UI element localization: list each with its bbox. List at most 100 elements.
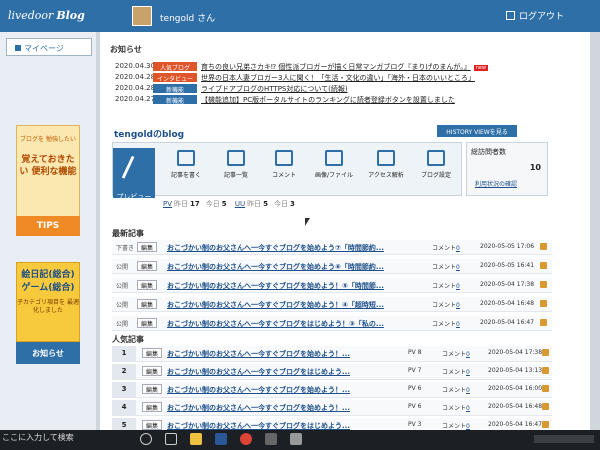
promo-banner-category[interactable]: 絵日記(総合) ゲーム(総合) 子カテゴリ項目を 最適化しました (16, 262, 80, 342)
comment-count-link[interactable]: 0 (466, 351, 470, 358)
edit-button[interactable]: 編集 (137, 318, 157, 328)
comment-count-link[interactable]: 0 (456, 302, 460, 309)
sidebar (0, 32, 96, 440)
table-row: 公開 編集 おこづかい制のお父さんへ一今すぐブログを始めよう！⑤「時間節... コメン… (112, 278, 552, 293)
edit-button[interactable]: 編集 (142, 348, 162, 358)
home-icon (15, 45, 21, 51)
comment-label: コメント (442, 423, 467, 430)
comment-count-link[interactable]: 0 (466, 369, 470, 376)
comment-count-link[interactable]: 0 (466, 405, 470, 412)
comment-count-link[interactable]: 0 (456, 264, 460, 271)
logout-link[interactable]: ログアウト (505, 9, 564, 22)
news-link[interactable]: 育ちの良い兄弟さカキ⁉ 個性派ブロガーが描く日常マンガブログ『まりげのまんが。』… (201, 62, 489, 72)
edit-button[interactable]: 編集 (142, 420, 162, 430)
action-icon[interactable] (542, 349, 549, 356)
action-icon[interactable] (542, 385, 549, 392)
chrome-icon[interactable] (240, 433, 252, 445)
news-link-text[interactable]: 世界の日本人妻ブロガー3人に聞く！「生活・文化の違い」「海外・日本のいいところ」 (201, 74, 475, 82)
pv-count: PV 6 (408, 385, 422, 392)
news-button[interactable]: お知らせ (16, 342, 80, 364)
post-title-link[interactable]: おこづかい制のお父さんへ一今すぐブログを始めよう！... (167, 403, 350, 413)
usage-link[interactable]: 利用状況の確認 (475, 179, 517, 188)
tool-bar-chart[interactable]: アクセス解析 (360, 148, 412, 188)
edit-button[interactable]: 編集 (142, 384, 162, 394)
post-title-link[interactable]: おこづかい制のお父さんへ一今すぐブログを始めよう⑥「時間節約... (167, 262, 384, 272)
action-icon[interactable] (542, 421, 549, 428)
tool-pencil[interactable]: 記事を書く (160, 148, 212, 188)
news-item[interactable]: 2020.04.28 新機能 ライブドアブログのHTTPS対応について(続報) (115, 84, 585, 95)
news-tag[interactable]: 人気ブログ (153, 62, 197, 72)
post-title-link[interactable]: おこづかい制のお父さんへ一今すぐブログを始めよう！⑤「時間節... (167, 281, 384, 291)
post-date: 2020-05-04 16:47 (480, 319, 535, 326)
post-title-link[interactable]: おこづかい制のお父さんへ一今すぐブログをはじめよう... (167, 367, 350, 377)
word-icon[interactable] (215, 433, 227, 445)
pv-count: PV 8 (408, 349, 422, 356)
access-stats: PV 昨日 17 今日 5 UU 昨日 5 今日 3 (163, 200, 295, 208)
edit-button[interactable]: 編集 (142, 366, 162, 376)
post-date: 2020-05-05 16:41 (480, 262, 535, 269)
news-link-text[interactable]: ライブドアブログのHTTPS対応について(続報) (201, 85, 348, 93)
blog-name[interactable]: tengoldのblog (114, 127, 184, 140)
post-title-link[interactable]: おこづかい制のお父さんへ一今すぐブログを始めよう⑦「時間節約... (167, 243, 384, 253)
news-item[interactable]: 2020.04.27 新機能 【機能追加】PC版ポータルサイトのランキングに読者登録… (115, 95, 585, 106)
comment-count-link[interactable]: 0 (456, 321, 460, 328)
tool-speech-bubble[interactable]: コメント (258, 148, 310, 188)
news-tag[interactable]: 新機能 (153, 84, 197, 94)
cortana-icon[interactable] (140, 433, 152, 445)
news-link-text[interactable]: 【機能追加】PC版ポータルサイトのランキングに読者登録ボタンを設置しました (201, 96, 455, 104)
tool-wrench[interactable]: ブログ設定 (410, 148, 462, 188)
list-item: 2 編集 おこづかい制のお父さんへ一今すぐブログをはじめよう... PV 7 コメント0… (112, 364, 552, 380)
task-view-icon[interactable] (165, 433, 177, 445)
news-link-text[interactable]: 育ちの良い兄弟さカキ⁉ 個性派ブロガーが描く日常マンガブログ『まりげのまんが。』 (201, 63, 471, 71)
livedoor-blog-logo[interactable]: livedoor Blog (8, 9, 85, 22)
action-icon[interactable] (540, 243, 547, 250)
taskbar-search[interactable]: ここに入力して検索 (2, 432, 74, 443)
action-icon[interactable] (540, 281, 547, 288)
post-title-link[interactable]: おこづかい制のお父さんへ一今すぐブログを始めよう！... (167, 385, 350, 395)
comment-count-link[interactable]: 0 (466, 387, 470, 394)
visitors-box: 総訪問者数 10 利用状況の確認 (466, 142, 548, 196)
edit-button[interactable]: 編集 (137, 261, 157, 271)
edit-button[interactable]: 編集 (137, 299, 157, 309)
photos-icon[interactable] (290, 433, 302, 445)
tool-document[interactable]: 記事一覧 (210, 148, 262, 188)
comment-count-link[interactable]: 0 (456, 245, 460, 252)
edit-button[interactable]: 編集 (142, 402, 162, 412)
post-title-link[interactable]: おこづかい制のお父さんへ一今すぐブログをはじめよう！③「私の... (167, 319, 384, 329)
action-icon[interactable] (540, 319, 547, 326)
post-title-link[interactable]: おこづかい制のお父さんへ一今すぐブログを始めよう！... (167, 349, 350, 359)
action-icon[interactable] (540, 262, 547, 269)
edit-button[interactable]: 編集 (137, 242, 157, 252)
action-icon[interactable] (540, 300, 547, 307)
comment-count: コメント0 (442, 385, 470, 394)
news-link[interactable]: ライブドアブログのHTTPS対応について(続報) (201, 84, 348, 94)
system-tray[interactable] (534, 435, 594, 443)
comment-count-link[interactable]: 0 (466, 423, 470, 430)
news-tag[interactable]: 新機能 (153, 95, 197, 105)
comment-count: コメント0 (432, 300, 460, 309)
comment-count-link[interactable]: 0 (456, 283, 460, 290)
tips-button[interactable]: TIPS (16, 216, 80, 236)
tool-label: 画像/ファイル (314, 172, 354, 179)
news-item[interactable]: 2020.04.28 インタビュー 世界の日本人妻ブロガー3人に聞く！「生活・文化の… (115, 73, 585, 84)
history-view-button[interactable]: HISTORY VIEWを見る (437, 125, 517, 137)
comment-count: コメント0 (442, 349, 470, 358)
news-link[interactable]: 【機能追加】PC版ポータルサイトのランキングに読者登録ボタンを設置しました (201, 95, 455, 105)
action-icon[interactable] (542, 403, 549, 410)
comment-label: コメント (432, 321, 457, 328)
tool-image[interactable]: 画像/ファイル (308, 148, 360, 188)
post-date: 2020-05-04 13:13 (488, 367, 543, 374)
action-icon[interactable] (542, 367, 549, 374)
mypage-button[interactable]: マイページ (6, 38, 92, 56)
news-link[interactable]: 世界の日本人妻ブロガー3人に聞く！「生活・文化の違い」「海外・日本のいいところ」 (201, 73, 475, 83)
explorer-icon[interactable] (190, 433, 202, 445)
post-title-link[interactable]: おこづかい制のお父さんへ一今すぐブログを始めよう！④「超時短... (167, 300, 384, 310)
news-tag[interactable]: インタビュー (153, 73, 197, 83)
table-row: 下書き 編集 おこづかい制のお父さんへ一今すぐブログを始めよう⑦「時間節約... コメ… (112, 240, 552, 255)
news-item[interactable]: 2020.04.30 人気ブログ 育ちの良い兄弟さカキ⁉ 個性派ブロガーが描く日常マ… (115, 62, 585, 73)
bar-chart-icon (377, 150, 395, 166)
app-icon[interactable] (265, 433, 277, 445)
rank-number: 1 (112, 346, 136, 361)
edit-button[interactable]: 編集 (137, 280, 157, 290)
avatar[interactable] (132, 6, 152, 26)
